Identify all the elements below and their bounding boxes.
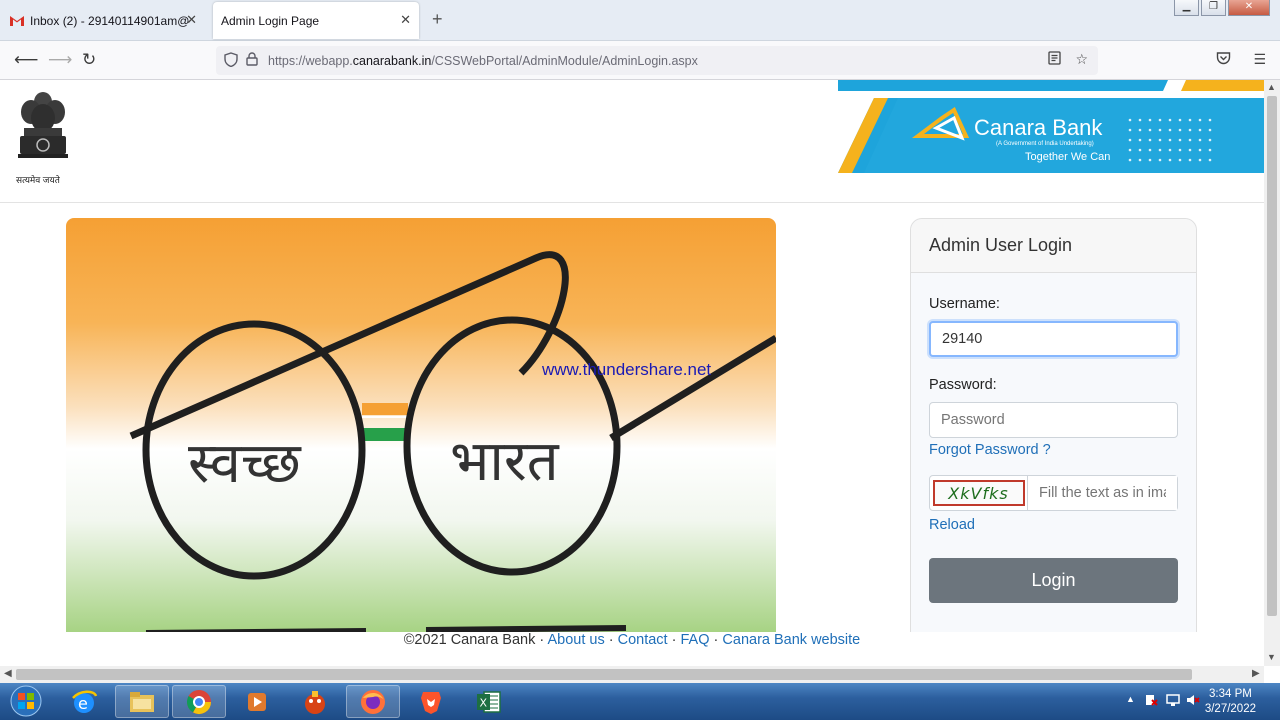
windows-taskbar: e X ▲ 3:34 PM 3/27/2022 (0, 683, 1280, 720)
tab-title: Inbox (2) - 29140114901am@gmail.com (30, 13, 190, 28)
close-icon[interactable]: ✕ (186, 13, 197, 27)
network-icon[interactable] (1166, 693, 1180, 712)
password-label: Password: (929, 377, 997, 393)
scrollbar-thumb[interactable] (16, 669, 1192, 680)
reload-icon[interactable]: ↻ (82, 50, 96, 70)
url-bar[interactable]: https://webapp.canarabank.in/CSSWebPorta… (216, 46, 1098, 75)
pocket-icon[interactable] (1216, 51, 1231, 68)
scroll-up-icon[interactable]: ▲ (1267, 82, 1276, 92)
scrollbar-thumb[interactable] (1267, 96, 1277, 616)
browser-tab-bar: Inbox (2) - 29140114901am@gmail.com ✕ Ad… (0, 0, 1280, 41)
login-card: Admin User Login Username: Password: For… (910, 218, 1197, 658)
new-tab-icon[interactable]: + (432, 9, 443, 30)
canara-bank-logo: Canara Bank (A Government of India Under… (838, 98, 1264, 173)
system-tray: ▲ 3:34 PM 3/27/2022 (1110, 683, 1280, 720)
reader-view-icon[interactable] (1048, 51, 1062, 68)
captcha-text: XkVfks (932, 480, 1025, 506)
faq-link[interactable]: FAQ (681, 632, 710, 648)
internet-explorer-icon[interactable]: e (57, 685, 111, 718)
lock-icon[interactable] (246, 52, 258, 69)
captcha-group: XkVfks (929, 475, 1178, 511)
close-icon[interactable]: ✕ (400, 13, 411, 27)
canara-bank-website-link[interactable]: Canara Bank website (722, 632, 860, 648)
scroll-down-icon[interactable]: ▼ (1267, 652, 1276, 662)
browser-toolbar: ⟵ ⟶ ↻ https://webapp.canarabank.in/CSSWe… (0, 41, 1280, 80)
username-label: Username: (929, 296, 1000, 312)
forgot-password-link[interactable]: Forgot Password ? (929, 442, 1051, 458)
site-footer: ©2021 Canara Bank · About us · Contact ·… (0, 632, 1264, 666)
copyright-text: ©2021 Canara Bank (403, 632, 536, 648)
gmail-icon (10, 15, 24, 26)
svg-text:X: X (480, 696, 488, 709)
page-content: सत्यमेव जयते Canara Bank (A Government o… (0, 80, 1264, 666)
bookmark-star-icon[interactable]: ☆ (1075, 51, 1088, 68)
horizontal-scrollbar[interactable]: ◀ ▶ (0, 666, 1264, 683)
swachh-bharat-banner: स्वच्छ भारत www.thundershare.net (66, 218, 776, 638)
window-close-icon[interactable]: ✕ (1228, 0, 1270, 16)
scroll-right-icon[interactable]: ▶ (1252, 668, 1260, 679)
emblem-caption: सत्यमेव जयते (16, 175, 60, 185)
watermark-text: www.thundershare.net (542, 360, 712, 379)
contact-link[interactable]: Contact (618, 632, 668, 648)
minimize-icon[interactable]: ▁ (1174, 0, 1199, 16)
username-input[interactable] (929, 321, 1178, 357)
bharat-text: भारत (450, 429, 560, 494)
app-mascot-icon[interactable] (288, 685, 342, 718)
tab-admin-login[interactable]: Admin Login Page ✕ (213, 2, 419, 39)
password-input[interactable] (929, 402, 1178, 438)
media-player-icon[interactable] (230, 685, 284, 718)
banner-stripe (838, 80, 1264, 91)
svg-text:e: e (78, 694, 88, 713)
vertical-scrollbar[interactable]: ▲ ▼ (1264, 80, 1280, 666)
bank-name: Canara Bank (974, 115, 1103, 140)
shield-icon[interactable] (224, 51, 238, 70)
swachh-text: स्वच्छ (188, 431, 302, 496)
forward-icon[interactable]: ⟶ (48, 50, 72, 70)
chrome-icon[interactable] (172, 685, 226, 718)
start-button-icon[interactable] (4, 684, 48, 719)
menu-icon[interactable]: ☰ (1253, 51, 1266, 68)
login-title: Admin User Login (911, 219, 1196, 273)
tab-inbox[interactable]: Inbox (2) - 29140114901am@gmail.com ✕ (0, 2, 205, 39)
action-center-icon[interactable] (1144, 693, 1158, 712)
firefox-icon[interactable] (346, 685, 400, 718)
bank-subtitle: (A Government of India Undertaking) (996, 141, 1094, 147)
file-explorer-icon[interactable] (115, 685, 169, 718)
bank-tagline: Together We Can (1025, 151, 1110, 163)
scroll-left-icon[interactable]: ◀ (4, 668, 12, 679)
volume-mute-icon[interactable] (1186, 693, 1200, 712)
reload-captcha-link[interactable]: Reload (929, 517, 975, 533)
captcha-input[interactable] (1028, 476, 1177, 510)
system-clock[interactable]: 3:34 PM 3/27/2022 (1205, 687, 1256, 717)
captcha-image: XkVfks (930, 476, 1028, 510)
tray-expand-icon[interactable]: ▲ (1126, 694, 1135, 704)
clock-date: 3/27/2022 (1204, 703, 1256, 715)
login-button[interactable]: Login (929, 558, 1178, 603)
brave-icon[interactable] (404, 685, 458, 718)
tab-title: Admin Login Page (221, 13, 320, 28)
excel-icon[interactable]: X (462, 685, 516, 718)
clock-time: 3:34 PM (1209, 688, 1252, 700)
back-icon[interactable]: ⟵ (14, 50, 38, 70)
url-text[interactable]: https://webapp.canarabank.in/CSSWebPorta… (268, 54, 698, 68)
window-controls: ▁ ❐ ✕ (1174, 0, 1270, 16)
maximize-icon[interactable]: ❐ (1201, 0, 1226, 16)
site-header: सत्यमेव जयते Canara Bank (A Government o… (0, 80, 1264, 203)
about-us-link[interactable]: About us (547, 632, 604, 648)
